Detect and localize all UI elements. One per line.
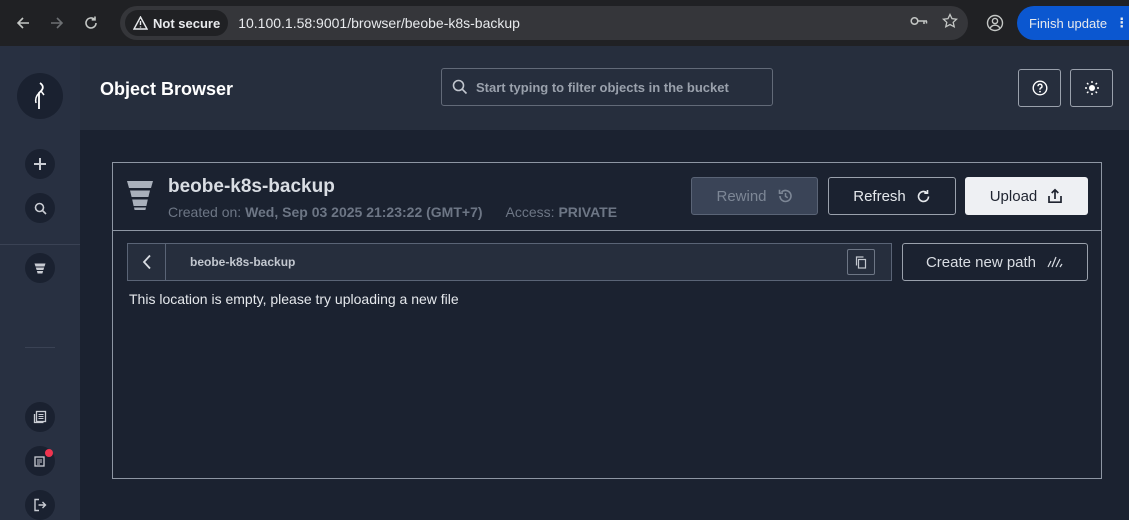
access-label: Access:: [505, 204, 555, 220]
rewind-button[interactable]: Rewind: [691, 177, 818, 215]
create-new-path-button[interactable]: Create new path: [902, 243, 1088, 281]
sun-icon: [1084, 81, 1099, 95]
search-icon: [452, 79, 468, 95]
current-path[interactable]: beobe-k8s-backup: [190, 255, 295, 269]
search-input[interactable]: [476, 79, 756, 95]
profile-icon[interactable]: [983, 11, 1007, 35]
forward-icon[interactable]: [40, 6, 74, 40]
browser-toolbar: Not secure 10.100.1.58:9001/browser/beob…: [0, 0, 1129, 46]
finish-update-label: Finish update: [1029, 15, 1108, 31]
bucket-header: beobe-k8s-backup Created on: Wed, Sep 03…: [113, 163, 1101, 231]
sidebar: [0, 46, 80, 520]
bucket-icon[interactable]: [25, 253, 55, 283]
reload-icon[interactable]: [74, 6, 108, 40]
search-icon[interactable]: [25, 193, 55, 223]
security-chip[interactable]: Not secure: [125, 10, 229, 36]
minio-logo[interactable]: [17, 73, 63, 119]
sidebar-divider: [0, 244, 80, 245]
help-button[interactable]: [1018, 69, 1061, 107]
bucket-name: beobe-k8s-backup: [168, 176, 335, 197]
new-path-icon: [1047, 256, 1063, 268]
star-icon[interactable]: [941, 12, 959, 34]
warning-icon: [133, 16, 148, 30]
documentation-icon[interactable]: [25, 402, 55, 432]
upload-label: Upload: [989, 187, 1038, 205]
back-icon[interactable]: [6, 6, 40, 40]
upload-button[interactable]: Upload: [965, 177, 1088, 215]
sidebar-divider: [25, 347, 55, 348]
rewind-label: Rewind: [716, 187, 767, 205]
url-text[interactable]: 10.100.1.58:9001/browser/beobe-k8s-backu…: [238, 15, 520, 31]
refresh-button[interactable]: Refresh: [828, 177, 956, 215]
empty-state-message: This location is empty, please try uploa…: [129, 291, 459, 307]
refresh-icon: [917, 189, 930, 202]
access-value: PRIVATE: [558, 204, 618, 220]
upload-icon: [1048, 188, 1063, 204]
theme-toggle-button[interactable]: [1070, 69, 1113, 107]
refresh-label: Refresh: [853, 187, 906, 205]
copy-path-button[interactable]: [847, 249, 875, 275]
address-bar[interactable]: Not secure 10.100.1.58:9001/browser/beob…: [120, 6, 968, 40]
bucket-meta: Created on: Wed, Sep 03 2025 21:23:22 (G…: [168, 204, 617, 220]
back-button[interactable]: [128, 244, 166, 280]
notification-dot: [45, 449, 53, 457]
help-icon: [1031, 80, 1048, 96]
bucket-panel: beobe-k8s-backup Created on: Wed, Sep 03…: [112, 162, 1102, 479]
history-icon: [778, 189, 792, 203]
add-bucket-icon[interactable]: [25, 149, 55, 179]
copy-icon: [855, 255, 867, 269]
finish-update-button[interactable]: Finish update ⋮: [1017, 6, 1129, 40]
page-header: Object Browser: [80, 46, 1129, 130]
object-search[interactable]: [441, 68, 773, 106]
created-value: Wed, Sep 03 2025 21:23:22 (GMT+7): [245, 204, 483, 220]
bucket-icon: [126, 179, 154, 216]
more-vert-icon: ⋮: [1115, 15, 1129, 30]
page-title: Object Browser: [100, 79, 234, 99]
breadcrumb: beobe-k8s-backup: [127, 243, 892, 281]
license-icon[interactable]: [25, 446, 55, 476]
chevron-left-icon: [142, 254, 151, 270]
created-label: Created on:: [168, 204, 242, 220]
logout-icon[interactable]: [25, 490, 55, 520]
key-icon[interactable]: [910, 14, 928, 32]
security-label: Not secure: [153, 15, 221, 31]
create-path-label: Create new path: [925, 253, 1037, 271]
